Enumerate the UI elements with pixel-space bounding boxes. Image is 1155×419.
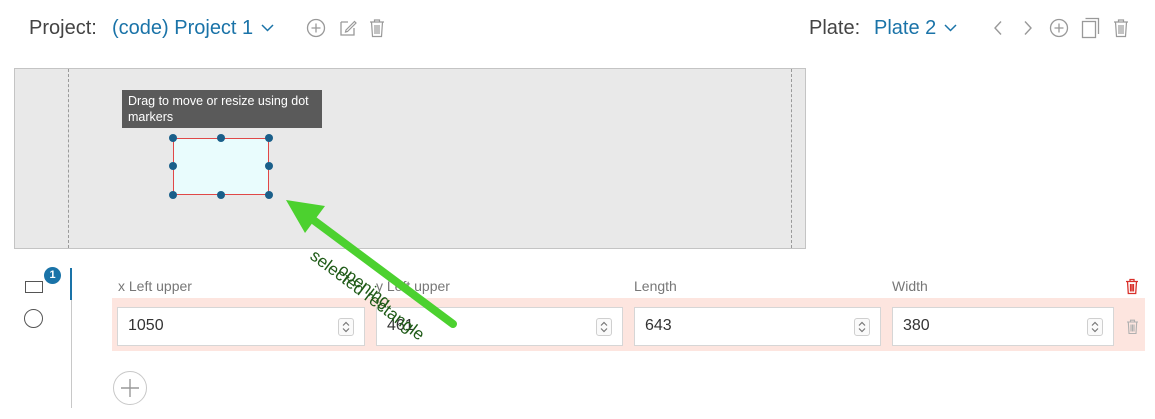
- add-plate-icon[interactable]: [1049, 18, 1069, 38]
- resize-handle[interactable]: [169, 191, 177, 199]
- resize-handle[interactable]: [217, 134, 225, 142]
- length-input[interactable]: 643: [634, 307, 881, 346]
- delete-all-icon[interactable]: [1125, 278, 1139, 295]
- y-stepper[interactable]: [596, 318, 612, 336]
- chevron-down-icon: [944, 24, 957, 32]
- plate-selector-value: Plate 2: [874, 17, 937, 39]
- width-stepper[interactable]: [1087, 318, 1103, 336]
- add-opening-button[interactable]: [113, 371, 147, 405]
- rectangle-count-badge: 1: [44, 267, 61, 284]
- resize-handle[interactable]: [265, 162, 273, 170]
- x-stepper[interactable]: [338, 318, 354, 336]
- column-header-x: x Left upper: [118, 278, 192, 294]
- resize-handle[interactable]: [217, 191, 225, 199]
- chevron-down-icon: [261, 24, 274, 32]
- x-left-upper-value: 1050: [128, 317, 164, 334]
- edit-project-icon[interactable]: [338, 18, 358, 38]
- up-down-icon: [858, 321, 866, 333]
- delete-row-icon[interactable]: [1126, 319, 1139, 335]
- width-input[interactable]: 380: [892, 307, 1114, 346]
- delete-project-icon[interactable]: [368, 18, 386, 38]
- circle-tool-icon[interactable]: [24, 309, 43, 328]
- resize-handle[interactable]: [169, 162, 177, 170]
- project-label: Project:: [29, 17, 97, 39]
- plus-icon: [121, 379, 139, 397]
- selected-rectangle-opening[interactable]: [173, 138, 269, 195]
- column-header-length: Length: [634, 278, 677, 294]
- delete-plate-icon[interactable]: [1112, 18, 1130, 38]
- length-stepper[interactable]: [854, 318, 870, 336]
- up-down-icon: [1091, 321, 1099, 333]
- plate-canvas[interactable]: Drag to move or resize using dot markers: [14, 68, 806, 249]
- plate-label: Plate:: [809, 17, 861, 39]
- resize-handle[interactable]: [265, 134, 273, 142]
- up-down-icon: [342, 321, 350, 333]
- project-selector-value: (code) Project 1: [112, 17, 254, 39]
- left-margin-guide: [68, 69, 69, 248]
- width-value: 380: [903, 317, 930, 334]
- right-margin-guide: [791, 69, 792, 248]
- project-selector[interactable]: (code) Project 1: [112, 17, 274, 40]
- active-tool-indicator: [70, 268, 72, 300]
- up-down-icon: [600, 321, 608, 333]
- previous-plate-icon[interactable]: [993, 20, 1003, 36]
- length-value: 643: [645, 317, 672, 334]
- copy-plate-icon[interactable]: [1081, 17, 1100, 39]
- top-bar: Project: (code) Project 1 Plate: Plate 2: [0, 0, 1155, 58]
- drag-tooltip: Drag to move or resize using dot markers: [122, 90, 322, 128]
- x-left-upper-input[interactable]: 1050: [117, 307, 365, 346]
- resize-handle[interactable]: [169, 134, 177, 142]
- rectangle-tool-icon[interactable]: [25, 281, 43, 293]
- resize-handle[interactable]: [265, 191, 273, 199]
- next-plate-icon[interactable]: [1023, 20, 1033, 36]
- add-project-icon[interactable]: [306, 18, 326, 38]
- plate-selector[interactable]: Plate 2: [874, 17, 957, 40]
- column-header-width: Width: [892, 278, 928, 294]
